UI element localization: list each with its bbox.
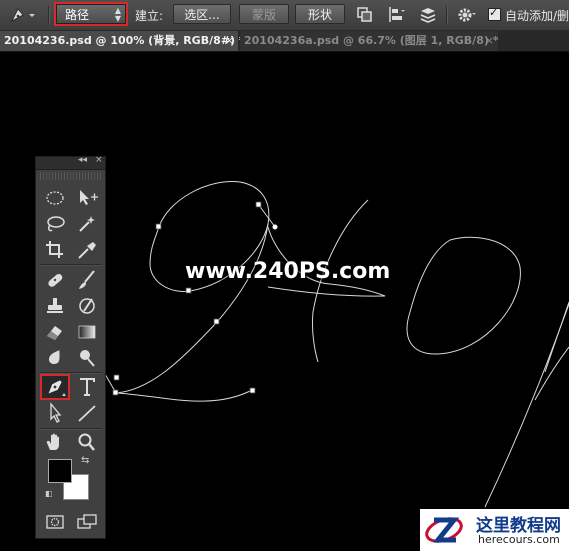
tab-document-1[interactable]: 20104236.psd @ 100% (背景, RGB/8#) * ×	[0, 31, 245, 51]
separator	[40, 428, 102, 430]
tab-document-2[interactable]: 20104236a.psd @ 66.7% (图层 1, RGB/8) * ×	[240, 31, 498, 51]
crop-tool-icon[interactable]	[42, 239, 68, 261]
close-icon[interactable]: ×	[95, 155, 103, 165]
history-brush-icon[interactable]	[74, 295, 100, 317]
tools-panel: ◂◂ × ⇆ ◧	[35, 155, 106, 539]
select-arrows-icon: ▲ ▼	[114, 6, 121, 23]
logo-url: herecours.com	[478, 533, 560, 546]
gradient-tool-icon[interactable]	[74, 321, 100, 343]
make-mask-button[interactable]: 蒙版	[239, 4, 289, 24]
path-alignment-icon[interactable]	[387, 5, 407, 25]
path-operations-icon[interactable]	[355, 5, 375, 25]
make-selection-button[interactable]: 选区...	[173, 4, 231, 24]
pen-tool-preset-icon[interactable]	[8, 6, 36, 24]
document-tab-bar: 20104236.psd @ 100% (背景, RGB/8#) * × 201…	[0, 31, 569, 52]
path-selection-icon[interactable]	[42, 402, 68, 424]
blur-tool-icon[interactable]	[42, 347, 68, 369]
gear-icon[interactable]	[456, 5, 476, 25]
screen-mode-icon[interactable]	[74, 511, 100, 533]
healing-brush-icon[interactable]	[42, 269, 68, 291]
pen-tool-icon[interactable]	[42, 376, 68, 398]
tool-mode-value: 路径	[65, 8, 90, 22]
quick-mask-icon[interactable]	[42, 511, 68, 533]
zoom-tool-icon[interactable]	[74, 431, 100, 453]
eraser-tool-icon[interactable]	[42, 321, 68, 343]
logo-emblem-icon	[424, 512, 464, 548]
separator	[446, 6, 448, 24]
panel-grip[interactable]	[40, 172, 101, 180]
tools-panel-header[interactable]: ◂◂ ×	[36, 155, 105, 170]
default-colors-icon[interactable]: ◧	[45, 489, 53, 498]
tab-label: 20104236a.psd @ 66.7% (图层 1, RGB/8) *	[244, 34, 499, 47]
line-tool-icon[interactable]	[74, 402, 100, 424]
lasso-tool-icon[interactable]	[42, 213, 68, 235]
swap-colors-icon[interactable]: ⇆	[81, 455, 89, 466]
tab-label: 20104236.psd @ 100% (背景, RGB/8#) *	[4, 34, 245, 47]
type-tool-icon[interactable]	[74, 376, 100, 398]
options-bar: 路径 ▲▼ 建立: 选区... 蒙版 形状 自动添加/删	[0, 0, 569, 31]
marquee-tool-icon[interactable]	[42, 187, 68, 209]
dodge-tool-icon[interactable]	[74, 347, 100, 369]
tool-mode-select[interactable]: 路径 ▲ ▼	[56, 4, 126, 24]
separator	[40, 264, 102, 266]
separator	[40, 372, 102, 374]
path-arrangement-icon[interactable]	[418, 5, 438, 25]
brush-tool-icon[interactable]	[74, 269, 100, 291]
eyedropper-icon[interactable]	[74, 239, 100, 261]
hand-tool-icon[interactable]	[42, 431, 68, 453]
magic-wand-icon[interactable]	[74, 213, 100, 235]
foreground-color-swatch[interactable]	[48, 459, 72, 483]
build-label: 建立:	[135, 9, 164, 23]
close-icon[interactable]: ×	[485, 31, 494, 51]
auto-add-delete-checkbox[interactable]	[488, 6, 501, 21]
close-icon[interactable]: ×	[225, 31, 234, 51]
move-tool-icon[interactable]	[74, 187, 100, 209]
site-logo: 这里教程网 herecours.com	[420, 509, 569, 551]
watermark-text: www.240PS.com	[185, 259, 391, 284]
clone-stamp-icon[interactable]	[42, 295, 68, 317]
collapse-icon[interactable]: ◂◂	[78, 155, 87, 165]
auto-add-delete-label: 自动添加/删	[505, 9, 569, 23]
separator	[48, 6, 50, 24]
make-shape-button[interactable]: 形状	[295, 4, 345, 24]
